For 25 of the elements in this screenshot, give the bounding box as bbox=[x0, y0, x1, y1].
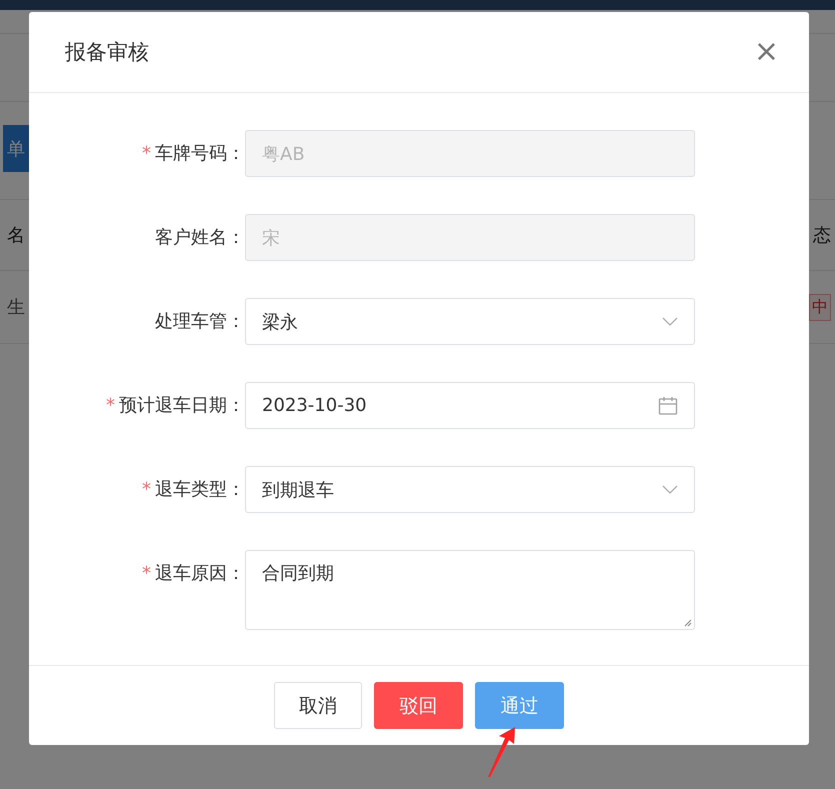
chevron-down-icon bbox=[662, 317, 678, 326]
field-label: * 车牌号码： bbox=[141, 142, 245, 166]
pointer-arrow bbox=[486, 726, 518, 778]
close-icon[interactable]: × bbox=[754, 37, 779, 67]
reject-button[interactable]: 驳回 bbox=[374, 682, 463, 729]
column-header: 态 bbox=[812, 224, 832, 247]
toolbar-button[interactable]: 单 bbox=[3, 125, 29, 172]
field-label: 客户姓名： bbox=[154, 226, 245, 250]
calendar-icon bbox=[658, 396, 678, 416]
resize-handle-icon[interactable] bbox=[684, 619, 692, 627]
field-label: 处理车管： bbox=[154, 310, 245, 334]
select-field[interactable]: 梁永 bbox=[245, 298, 695, 345]
cancel-button[interactable]: 取消 bbox=[274, 682, 362, 729]
column-header: 名 bbox=[6, 224, 26, 247]
field-label: * 预计退车日期： bbox=[105, 394, 245, 418]
chevron-down-icon bbox=[662, 485, 678, 494]
approve-button[interactable]: 通过 bbox=[475, 682, 564, 729]
select-field[interactable]: 到期退车 bbox=[245, 466, 695, 513]
field-label: * 退车原因： bbox=[141, 562, 245, 586]
dialog-title: 报备审核 bbox=[65, 39, 149, 66]
status-tag: 中 bbox=[809, 294, 831, 320]
date-field[interactable]: 2023-10-30 bbox=[245, 382, 695, 429]
input-field[interactable]: 合同到期 bbox=[245, 550, 695, 630]
field-label: * 退车类型： bbox=[141, 478, 245, 502]
table-cell-text: 生 bbox=[6, 296, 26, 319]
